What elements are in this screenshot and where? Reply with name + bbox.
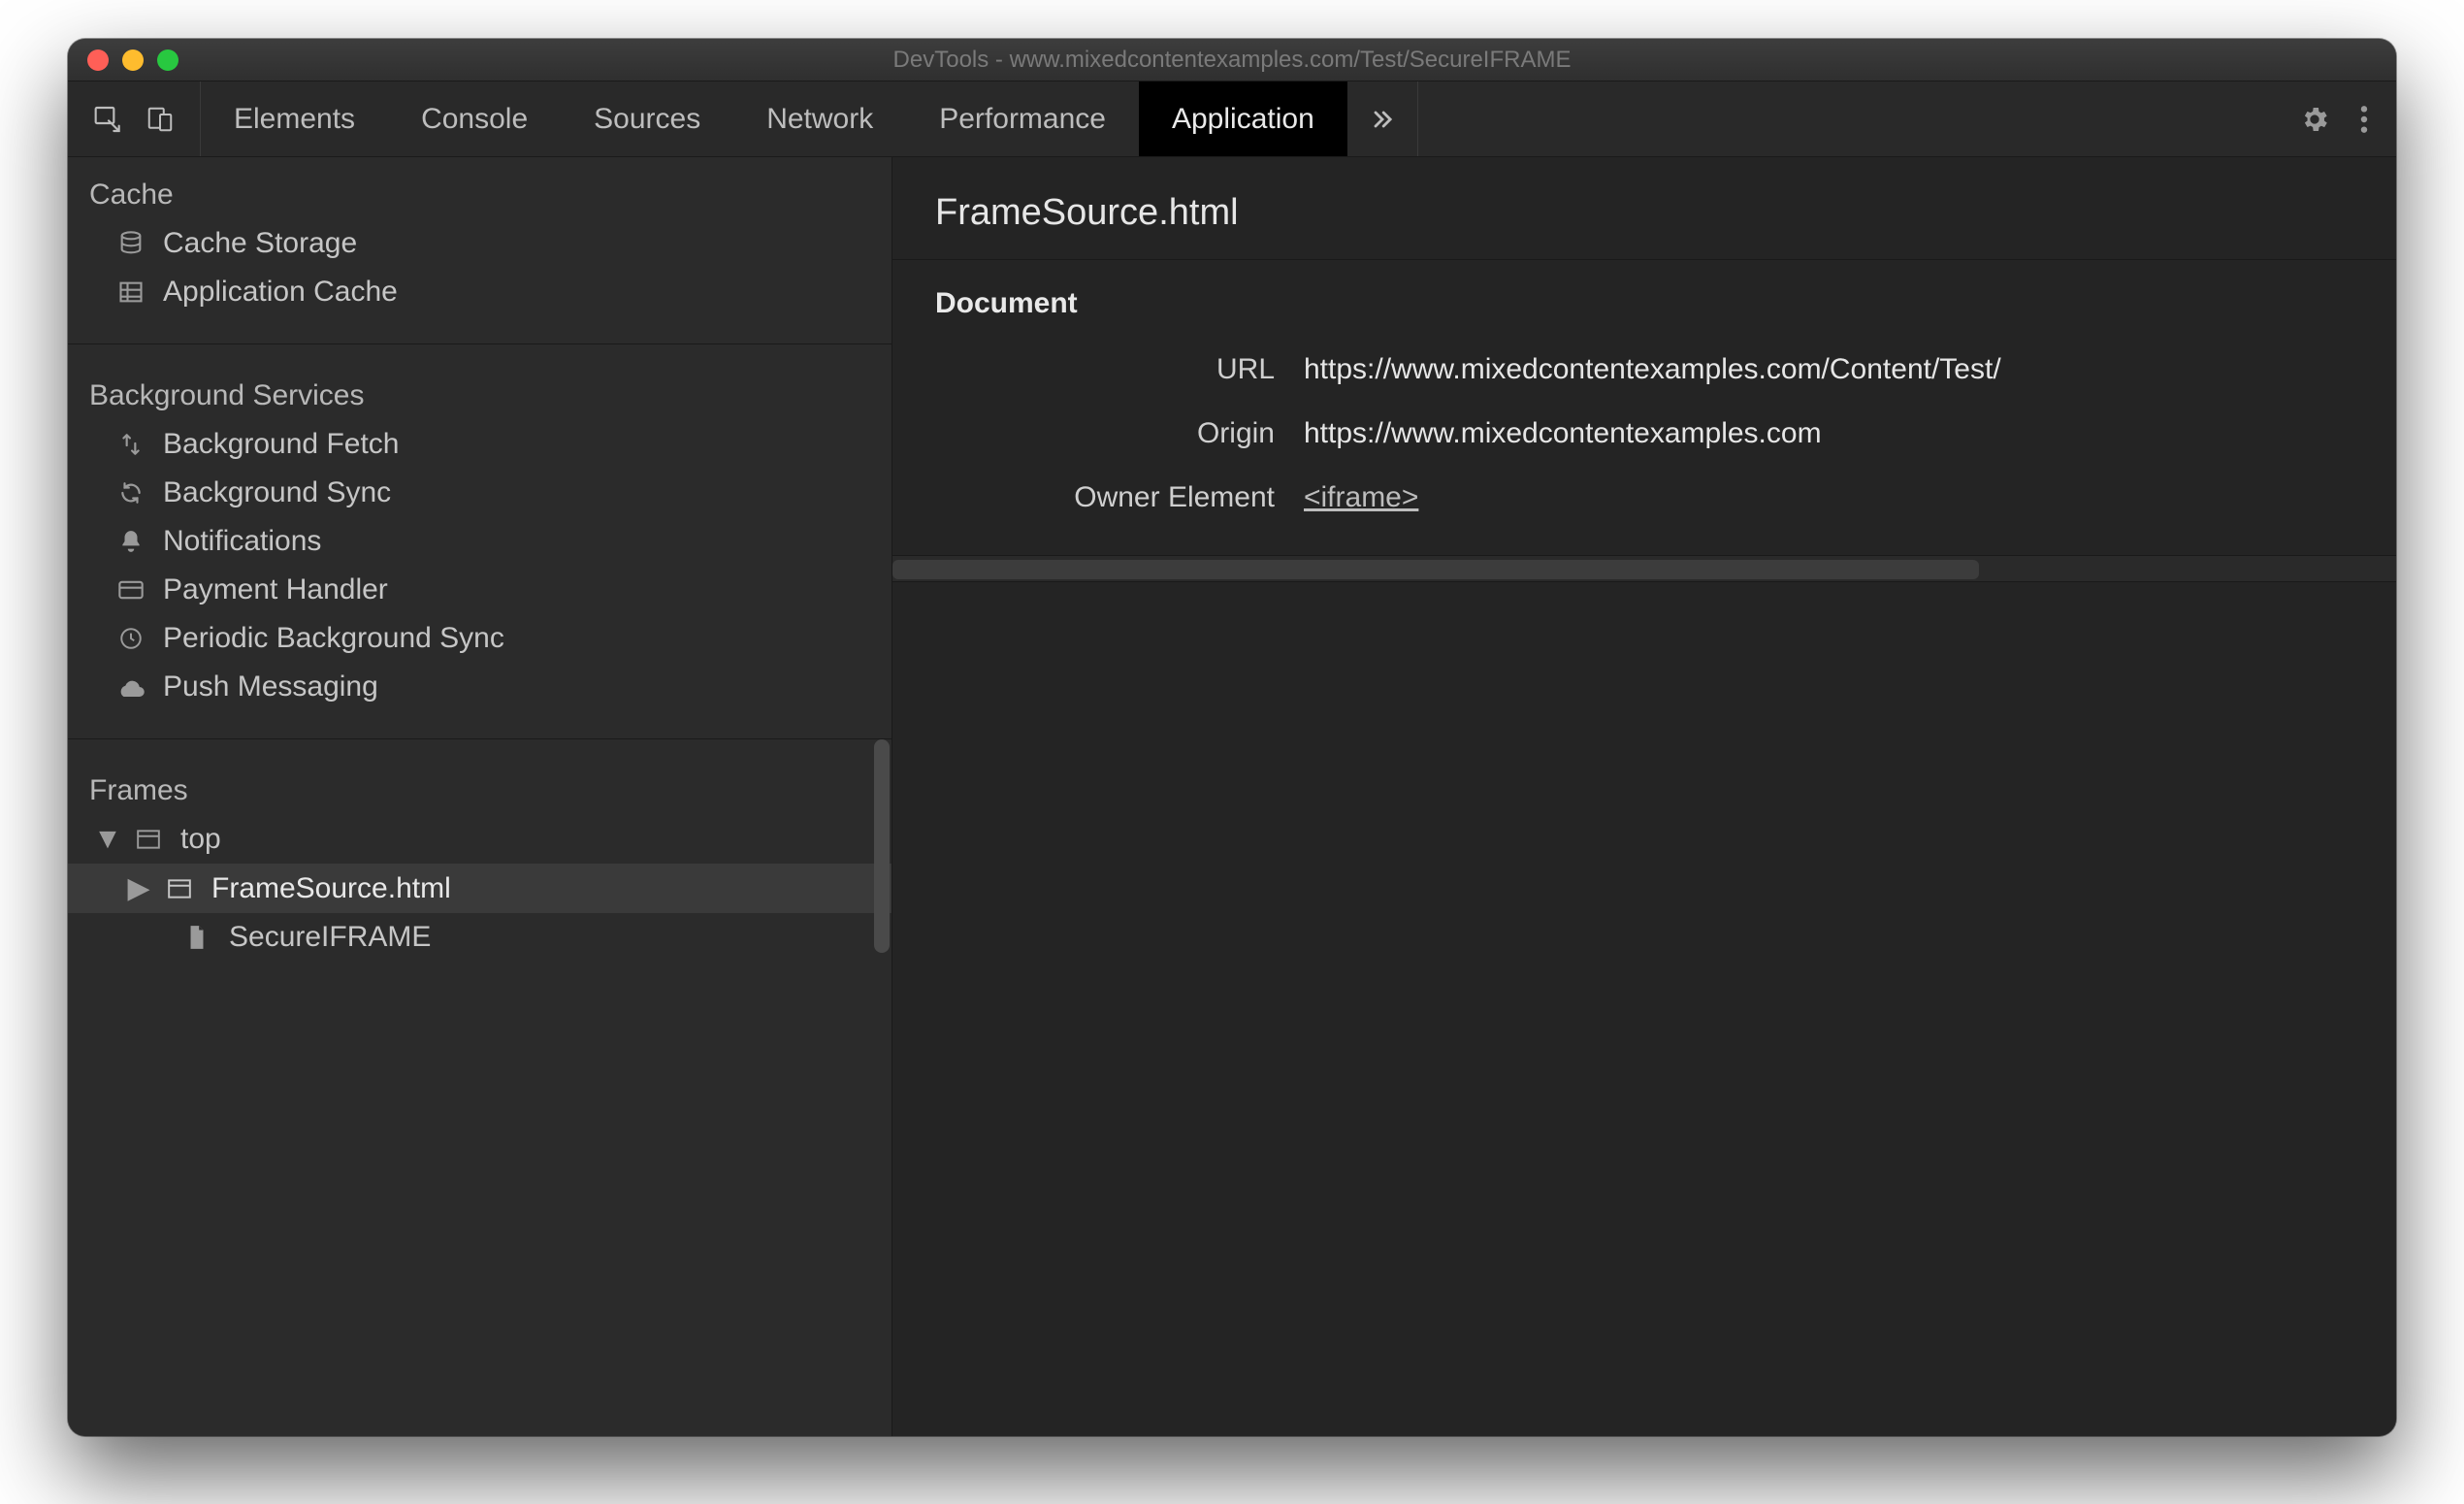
card-icon bbox=[114, 579, 147, 601]
frames-tree-secureiframe[interactable]: SecureIFRAME bbox=[68, 913, 892, 962]
inspect-icon[interactable] bbox=[93, 104, 124, 135]
row-owner-element: Owner Element <iframe> bbox=[892, 466, 2396, 530]
section-cache-label: Cache bbox=[68, 157, 892, 219]
sidebar-item-cache-storage[interactable]: Cache Storage bbox=[68, 219, 892, 268]
database-icon bbox=[114, 230, 147, 257]
frames-tree-framesource[interactable]: ▶ FrameSource.html bbox=[68, 864, 892, 913]
devtools-tabs: Elements Console Sources Network Perform… bbox=[201, 82, 1347, 156]
titlebar: DevTools - www.mixedcontentexamples.com/… bbox=[68, 39, 2396, 82]
clock-icon bbox=[114, 626, 147, 651]
application-sidebar: Cache Cache Storage Application Cache bbox=[68, 157, 892, 1436]
window-controls bbox=[68, 49, 178, 71]
frames-tree-label: top bbox=[180, 823, 221, 856]
close-window-button[interactable] bbox=[87, 49, 109, 71]
document-icon bbox=[180, 924, 213, 951]
frames-tree-top[interactable]: ▼ top bbox=[68, 815, 892, 864]
tab-performance[interactable]: Performance bbox=[906, 82, 1139, 156]
row-origin-label: Origin bbox=[935, 417, 1304, 450]
sidebar-item-label: Push Messaging bbox=[163, 670, 378, 703]
sidebar-scrollbar[interactable] bbox=[874, 739, 890, 953]
frame-detail-panel: FrameSource.html Document URL https://ww… bbox=[892, 157, 2396, 1436]
sidebar-item-label: Notifications bbox=[163, 525, 321, 558]
row-origin: Origin https://www.mixedcontentexamples.… bbox=[892, 402, 2396, 466]
frames-tree-label: FrameSource.html bbox=[211, 872, 451, 905]
horizontal-scrollbar-track[interactable] bbox=[892, 555, 2396, 582]
tab-network[interactable]: Network bbox=[733, 82, 906, 156]
sidebar-item-label: Background Sync bbox=[163, 476, 391, 509]
sidebar-item-label: Cache Storage bbox=[163, 227, 357, 260]
tab-application[interactable]: Application bbox=[1139, 82, 1347, 156]
row-owner-element-label: Owner Element bbox=[935, 481, 1304, 514]
caret-down-icon: ▼ bbox=[99, 823, 116, 856]
sidebar-item-background-fetch[interactable]: Background Fetch bbox=[68, 420, 892, 469]
devtools-window: DevTools - www.mixedcontentexamples.com/… bbox=[68, 39, 2396, 1436]
grid-icon bbox=[114, 278, 147, 306]
horizontal-scrollbar-thumb[interactable] bbox=[892, 560, 1979, 579]
sidebar-item-label: Application Cache bbox=[163, 276, 398, 309]
frames-tree-label: SecureIFRAME bbox=[229, 921, 431, 954]
sidebar-item-push-messaging[interactable]: Push Messaging bbox=[68, 663, 892, 711]
row-url-value: https://www.mixedcontentexamples.com/Con… bbox=[1304, 353, 2353, 386]
sidebar-item-label: Background Fetch bbox=[163, 428, 399, 461]
bell-icon bbox=[114, 529, 147, 554]
tab-elements[interactable]: Elements bbox=[201, 82, 388, 156]
row-owner-element-link[interactable]: <iframe> bbox=[1304, 481, 2353, 514]
sidebar-item-application-cache[interactable]: Application Cache bbox=[68, 268, 892, 316]
row-origin-value: https://www.mixedcontentexamples.com bbox=[1304, 417, 2353, 450]
frame-detail-title: FrameSource.html bbox=[892, 157, 2396, 260]
tab-sources[interactable]: Sources bbox=[561, 82, 733, 156]
more-icon[interactable] bbox=[2359, 104, 2369, 135]
sidebar-item-periodic-sync[interactable]: Periodic Background Sync bbox=[68, 614, 892, 663]
section-bg-services-label: Background Services bbox=[68, 358, 892, 420]
tabs-overflow-button[interactable] bbox=[1347, 82, 1418, 156]
sync-icon bbox=[114, 480, 147, 506]
sidebar-item-payment-handler[interactable]: Payment Handler bbox=[68, 566, 892, 614]
device-toggle-icon[interactable] bbox=[146, 104, 175, 135]
sidebar-item-label: Payment Handler bbox=[163, 573, 388, 606]
frame-icon bbox=[132, 829, 165, 850]
window-title: DevTools - www.mixedcontentexamples.com/… bbox=[68, 47, 2396, 74]
maximize-window-button[interactable] bbox=[157, 49, 178, 71]
sidebar-item-background-sync[interactable]: Background Sync bbox=[68, 469, 892, 517]
devtools-toolbar: Elements Console Sources Network Perform… bbox=[68, 82, 2396, 157]
minimize-window-button[interactable] bbox=[122, 49, 144, 71]
cloud-icon bbox=[114, 676, 147, 698]
caret-right-icon: ▶ bbox=[130, 871, 147, 905]
fetch-icon bbox=[114, 432, 147, 457]
sidebar-item-notifications[interactable]: Notifications bbox=[68, 517, 892, 566]
frame-icon bbox=[163, 878, 196, 899]
section-frames-label: Frames bbox=[68, 753, 892, 815]
settings-icon[interactable] bbox=[2299, 104, 2330, 135]
row-url: URL https://www.mixedcontentexamples.com… bbox=[892, 338, 2396, 402]
sidebar-item-label: Periodic Background Sync bbox=[163, 622, 504, 655]
document-section-title: Document bbox=[892, 260, 2396, 338]
row-url-label: URL bbox=[935, 353, 1304, 386]
tab-console[interactable]: Console bbox=[388, 82, 561, 156]
